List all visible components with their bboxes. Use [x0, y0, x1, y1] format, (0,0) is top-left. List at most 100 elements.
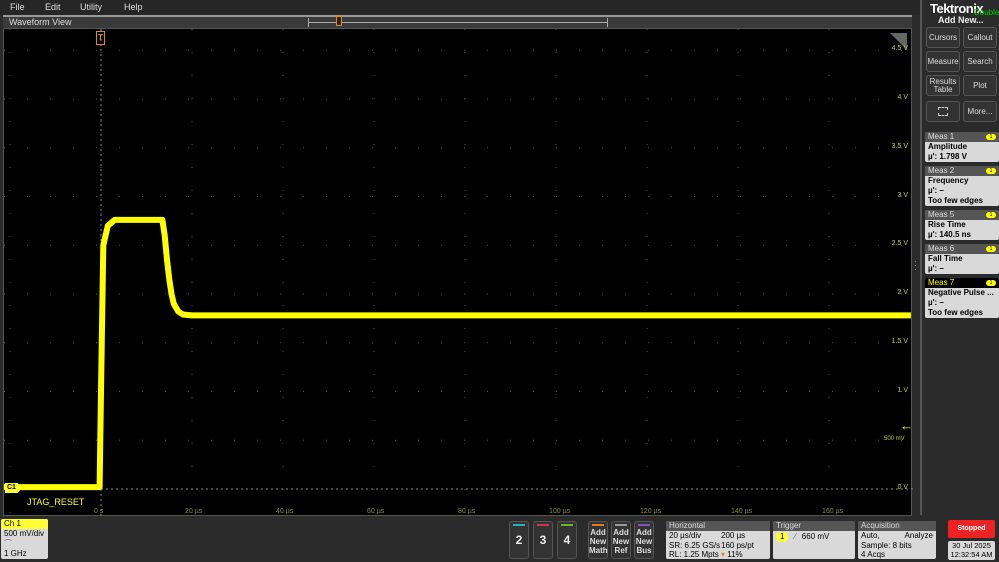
volt-tick-label: 2.5 V	[891, 240, 908, 248]
resolution: 160 ps/pt	[721, 540, 754, 550]
meas-value: µ': –	[928, 264, 944, 273]
channel-number: 3	[539, 533, 547, 547]
meas-header: Meas 5 1	[925, 210, 999, 220]
time-tick-label: 0 s	[94, 508, 104, 515]
zoom-box-icon	[938, 107, 948, 116]
meas-name: Frequency	[928, 176, 969, 185]
acquisition-badge[interactable]: Acquisition Auto, Analyze Sample: 8 bits …	[858, 521, 936, 559]
meas-header: Meas 1 1	[925, 132, 999, 142]
volt-tick-label: 4.5 V	[891, 45, 908, 53]
time-tick-label: 60 µs	[367, 508, 385, 515]
meas-name: Negative Pulse ...	[928, 288, 994, 297]
add-new-button[interactable]: Add New Ref	[611, 521, 631, 559]
search-button[interactable]: Search	[963, 51, 997, 72]
ch1-bandwidth: 1 GHz	[4, 549, 27, 558]
meas-value: µ': 140.5 ns	[928, 230, 971, 239]
trigger-level: 660 mV	[801, 532, 830, 541]
rising-edge-icon: ⁄	[794, 532, 796, 541]
trigger-level-arrow-icon[interactable]: ←	[900, 418, 913, 433]
menu-edit[interactable]: Edit	[45, 0, 61, 12]
acquisition-count: 4 Acqs	[861, 550, 886, 559]
date-time: 30 Jul 2025 12:32:54 AM	[948, 541, 995, 560]
trigger-position-marker[interactable]: T	[96, 31, 105, 45]
more-button[interactable]: More...	[963, 101, 997, 122]
meas-header: Meas 6 1	[925, 244, 999, 254]
record-length: RL: 1.25 Mpts	[669, 550, 719, 559]
channel-1-badge[interactable]: Ch 1 500 mV/div ⌒ 1 GHz	[1, 519, 48, 559]
volt-tick-label: 1.5 V	[891, 337, 908, 345]
channel-label: JTAG_RESET	[27, 497, 85, 507]
measure-button[interactable]: Measure	[926, 51, 960, 72]
horizontal-header: Horizontal	[666, 521, 770, 531]
channel-number: 2	[515, 533, 523, 547]
channel-4-button[interactable]: 4	[557, 521, 577, 559]
run-stop-button[interactable]: Stopped	[948, 520, 995, 538]
overview-trigger-icon	[336, 16, 342, 26]
ch1-header: Ch 1	[1, 519, 48, 529]
time-tick-label: 160 µs	[822, 508, 844, 515]
measurement-badge[interactable]: Meas 5 1 Rise Time µ': 140.5 ns	[925, 210, 999, 240]
volt-tick-label: 0 V	[897, 484, 908, 491]
cursors-button[interactable]: Cursors	[926, 27, 960, 48]
meas-value: µ': –	[928, 298, 944, 307]
meas-name: Amplitude	[928, 142, 968, 151]
record-overview[interactable]	[308, 16, 608, 27]
volt-tick-label: 1 V	[897, 386, 908, 394]
waveform-plot[interactable]	[3, 28, 913, 517]
meas-name: Fall Time	[928, 254, 963, 263]
measurement-badge[interactable]: Meas 2 1 Frequency µ': – Too few edges	[925, 166, 999, 206]
acquisition-header: Acquisition	[858, 521, 936, 531]
trigger-level-label: 500 mV	[884, 436, 905, 442]
trigger-badge[interactable]: Trigger 1 ⁄ 660 mV	[773, 521, 855, 559]
volt-tick-label: 3.5 V	[891, 142, 908, 150]
meas-source-badge: 1	[986, 134, 996, 140]
meas-title: Meas 1	[928, 132, 955, 141]
results-table-button[interactable]: Results Table	[926, 75, 960, 96]
meas-header: Meas 7 1	[925, 278, 999, 288]
measurement-badge[interactable]: Meas 1 1 Amplitude µ': 1.798 V	[925, 132, 999, 162]
ch1-scale: 500 mV/div	[4, 529, 45, 538]
menu-help[interactable]: Help	[124, 0, 143, 12]
add-new-label: Add New Math	[589, 528, 608, 555]
callout-button[interactable]: Callout	[963, 27, 997, 48]
measurement-badge[interactable]: Meas 7 1 Negative Pulse ... µ': – Too few ed…	[925, 278, 999, 318]
menu-file[interactable]: File	[10, 0, 25, 12]
channel-2-button[interactable]: 2	[509, 521, 529, 559]
meas-source-badge: 1	[986, 246, 996, 252]
meas-value: Too few edges	[928, 308, 983, 317]
horizontal-badge[interactable]: Horizontal 20 µs/div 200 µs SR: 6.25 GS/s…	[666, 521, 770, 559]
plot-button[interactable]: Plot	[963, 75, 997, 96]
meas-title: Meas 7	[928, 278, 955, 287]
menu-utility[interactable]: Utility	[80, 0, 102, 12]
channel-number: 4	[563, 533, 571, 547]
volt-tick-label: 2 V	[897, 289, 908, 296]
meas-title: Meas 2	[928, 166, 955, 175]
right-panel: Tektronix Double t Add New... Cursors Ca…	[920, 0, 999, 515]
panel-resize-handle[interactable]: · · ·	[914, 258, 917, 274]
time-tick-label: 20 µs	[185, 508, 203, 515]
trigger-source: 1	[776, 532, 789, 542]
meas-title: Meas 5	[928, 210, 955, 219]
time-tick-label: 40 µs	[276, 508, 294, 515]
add-new-button[interactable]: Add New Bus	[634, 521, 654, 559]
zoom-box-button[interactable]	[926, 101, 960, 122]
horizontal-scale: 20 µs/div	[669, 531, 702, 540]
bottom-bar: Ch 1 500 mV/div ⌒ 1 GHz 2 3 4 Add New Math A…	[0, 517, 999, 562]
sample-bits: Sample: 8 bits	[861, 540, 912, 550]
trigger-header: Trigger	[773, 521, 855, 531]
add-new-label: Add New Ref	[612, 528, 630, 555]
acquisition-analyze: Analyze	[904, 531, 933, 540]
meas-source-badge: 1	[986, 280, 996, 286]
add-new-button[interactable]: Add New Math	[588, 521, 608, 559]
measurement-badge[interactable]: Meas 6 1 Fall Time µ': –	[925, 244, 999, 274]
channel-3-button[interactable]: 3	[533, 521, 553, 559]
time-tick-label: 140 µs	[731, 508, 753, 515]
meas-source-badge: 1	[986, 212, 996, 218]
meas-value: Too few edges	[928, 196, 983, 205]
ch1-coupling-icon: ⌒	[4, 539, 12, 548]
trigger-position: 11%	[727, 550, 743, 559]
time-tick-label: 120 µs	[640, 508, 662, 515]
menu-bar: File Edit Utility Help	[0, 0, 920, 15]
add-new-label: Add New Bus	[635, 528, 653, 555]
add-new-heading: Add New...	[938, 15, 984, 25]
